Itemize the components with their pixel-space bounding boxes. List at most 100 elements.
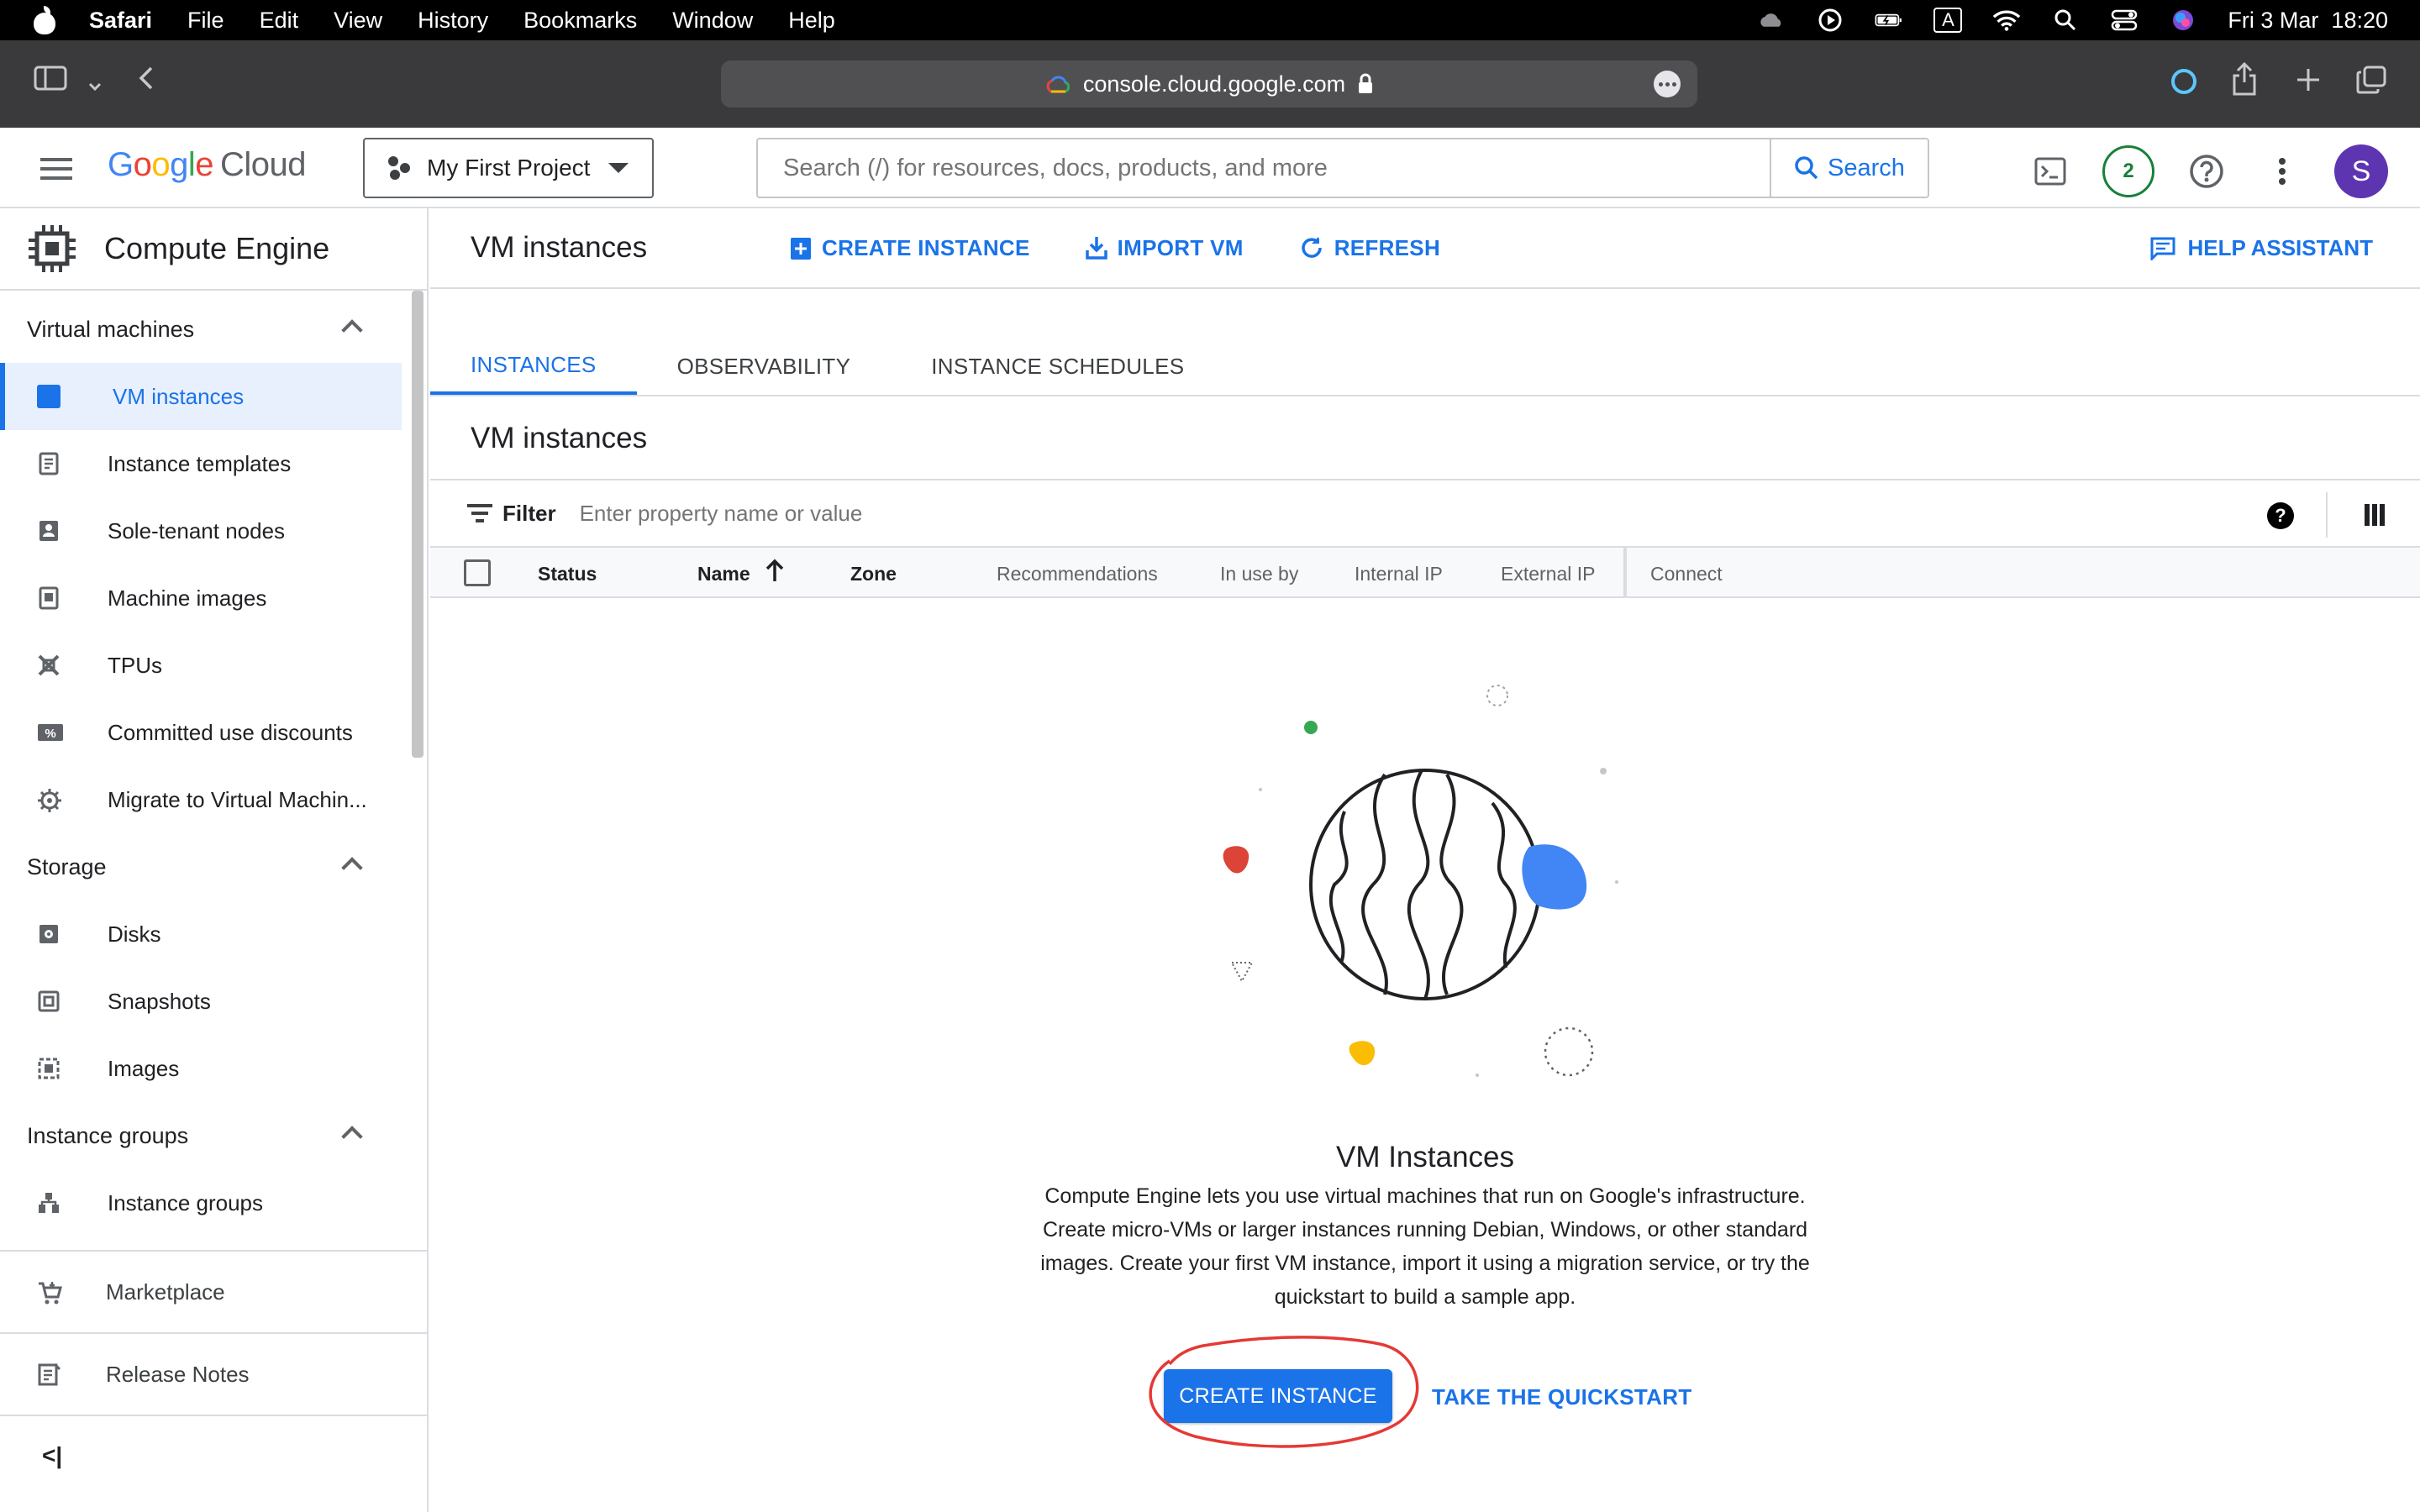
menu-app-name[interactable]: Safari xyxy=(89,8,152,34)
sidebar-item-tpus[interactable]: TPUs xyxy=(0,632,402,699)
refresh-icon xyxy=(1301,237,1322,258)
spotlight-search-icon[interactable] xyxy=(2051,8,2080,33)
google-cloud-logo[interactable]: Google Cloud xyxy=(108,146,307,184)
menu-help[interactable]: Help xyxy=(788,8,835,34)
sidebar-item-migrate-to-virtual-machines[interactable]: Migrate to Virtual Machin... xyxy=(0,766,402,833)
menu-edit[interactable]: Edit xyxy=(260,8,299,34)
sidebar-collapse-button[interactable]: <| xyxy=(0,1416,427,1495)
sidebar-item-release-notes[interactable]: Release Notes xyxy=(0,1334,427,1415)
play-circle-icon[interactable] xyxy=(1816,8,1844,33)
back-icon[interactable] xyxy=(138,66,155,98)
new-tab-icon[interactable] xyxy=(2296,67,2321,100)
section-storage[interactable]: Storage xyxy=(0,833,427,900)
control-center-icon[interactable] xyxy=(2110,8,2139,33)
column-zone[interactable]: Zone xyxy=(850,563,897,585)
more-vert-icon[interactable] xyxy=(2259,148,2306,195)
wifi-icon[interactable] xyxy=(1992,8,2021,33)
empty-state-description: Compute Engine lets you use virtual mach… xyxy=(1040,1184,1810,1309)
column-status[interactable]: Status xyxy=(538,563,597,585)
cloud-shell-icon[interactable] xyxy=(2027,148,2074,195)
snapshot-icon xyxy=(37,990,60,1013)
keyboard-input-label: A xyxy=(1933,8,1963,33)
column-external-ip[interactable]: External IP xyxy=(1501,563,1596,585)
avatar[interactable]: S xyxy=(2334,144,2388,198)
search-button-label: Search xyxy=(1828,154,1905,181)
sidebar-product-title: Compute Engine xyxy=(104,231,330,265)
sidebar-item-committed-use-discounts[interactable]: % Committed use discounts xyxy=(0,699,402,766)
notifications-badge[interactable]: 2 xyxy=(2102,145,2154,197)
filter-label[interactable]: Filter xyxy=(502,501,556,527)
search-button[interactable]: Search xyxy=(1770,139,1928,197)
battery-icon[interactable] xyxy=(1875,8,1903,33)
refresh-label: REFRESH xyxy=(1334,234,1441,260)
section-label: Storage xyxy=(27,853,107,879)
sidebar-item-label: Marketplace xyxy=(106,1278,225,1305)
help-assistant-label: HELP ASSISTANT xyxy=(2187,235,2373,260)
template-icon xyxy=(37,452,60,475)
sidebar-item-marketplace[interactable]: Marketplace xyxy=(0,1252,427,1332)
keyboard-input-icon[interactable]: A xyxy=(1933,8,1963,33)
section-virtual-machines[interactable]: Virtual machines xyxy=(0,296,427,363)
cart-icon xyxy=(37,1280,62,1305)
refresh-button[interactable]: REFRESH xyxy=(1299,235,1440,261)
cloud-sync-icon[interactable] xyxy=(1757,8,1786,33)
help-icon[interactable] xyxy=(2183,148,2230,195)
search-input[interactable] xyxy=(783,143,1770,193)
address-bar[interactable]: console.cloud.google.com xyxy=(721,60,1697,108)
sidebar-item-instance-groups[interactable]: Instance groups xyxy=(0,1169,402,1236)
column-recommendations[interactable]: Recommendations xyxy=(997,563,1158,585)
sidebar-item-label: Migrate to Virtual Machin... xyxy=(108,786,367,812)
siri-icon[interactable] xyxy=(2169,8,2197,33)
sidebar-item-instance-templates[interactable]: Instance templates xyxy=(0,430,402,497)
create-instance-action-button[interactable]: CREATE INSTANCE xyxy=(790,235,1030,261)
menu-history[interactable]: History xyxy=(418,8,488,34)
sidebar-item-vm-instances[interactable]: VM instances xyxy=(0,363,402,430)
sidebar-item-sole-tenant-nodes[interactable]: Sole-tenant nodes xyxy=(0,497,402,564)
filter-help-icon[interactable]: ? xyxy=(2267,502,2294,529)
column-in-use-by[interactable]: In use by xyxy=(1220,563,1298,585)
macos-menubar: Safari File Edit View History Bookmarks … xyxy=(0,0,2420,40)
sidebar-item-machine-images[interactable]: Machine images xyxy=(0,564,402,632)
tab-instance-schedules[interactable]: INSTANCE SCHEDULES xyxy=(891,338,1224,395)
column-connect[interactable]: Connect xyxy=(1650,563,1723,585)
sidebar-item-disks[interactable]: Disks xyxy=(0,900,402,968)
menu-bookmarks[interactable]: Bookmarks xyxy=(523,8,637,34)
sidebar-toggle-icon[interactable] xyxy=(34,66,67,98)
filter-input[interactable] xyxy=(579,500,1336,527)
menu-window[interactable]: Window xyxy=(672,8,753,34)
sidebar-item-images[interactable]: Images xyxy=(0,1035,402,1102)
tab-observability[interactable]: OBSERVABILITY xyxy=(637,338,892,395)
chevron-down-icon[interactable] xyxy=(87,69,103,102)
column-display-icon[interactable] xyxy=(2365,504,2385,526)
search-icon xyxy=(1795,156,1818,180)
menu-view[interactable]: View xyxy=(334,8,382,34)
sidebar-product-header: Compute Engine xyxy=(0,208,427,291)
take-quickstart-link[interactable]: TAKE THE QUICKSTART xyxy=(1432,1384,1692,1410)
hamburger-menu-icon[interactable] xyxy=(40,158,72,180)
filter-icon[interactable] xyxy=(467,504,492,522)
select-all-checkbox[interactable] xyxy=(464,559,491,586)
sidebar-item-label: Release Notes xyxy=(106,1361,250,1387)
menubar-datetime[interactable]: Fri 3 Mar 18:20 xyxy=(2228,8,2388,34)
logo-letter: e xyxy=(195,146,214,183)
column-name[interactable]: Name xyxy=(697,563,750,585)
page-menu-icon[interactable] xyxy=(1654,71,1681,97)
tab-overview-icon[interactable] xyxy=(2356,66,2386,102)
section-instance-groups[interactable]: Instance groups xyxy=(0,1102,427,1169)
import-vm-button[interactable]: IMPORT VM xyxy=(1085,235,1244,261)
share-icon[interactable] xyxy=(2232,61,2257,103)
vm-instance-icon xyxy=(37,385,60,408)
apple-menu-icon[interactable] xyxy=(32,6,57,34)
column-internal-ip[interactable]: Internal IP xyxy=(1355,563,1443,585)
help-assistant-button[interactable]: HELP ASSISTANT xyxy=(2150,235,2373,261)
menu-file[interactable]: File xyxy=(187,8,224,34)
project-picker[interactable]: My First Project xyxy=(363,138,654,198)
instance-groups-icon xyxy=(37,1191,60,1215)
sidebar-item-snapshots[interactable]: Snapshots xyxy=(0,968,402,1035)
chevron-up-icon xyxy=(341,319,363,341)
extension-circle-icon[interactable] xyxy=(2170,67,2198,103)
chevron-up-icon xyxy=(341,857,363,879)
tab-instances[interactable]: INSTANCES xyxy=(430,338,637,395)
divider xyxy=(2326,492,2328,538)
sort-arrow-up-icon[interactable] xyxy=(765,558,785,588)
